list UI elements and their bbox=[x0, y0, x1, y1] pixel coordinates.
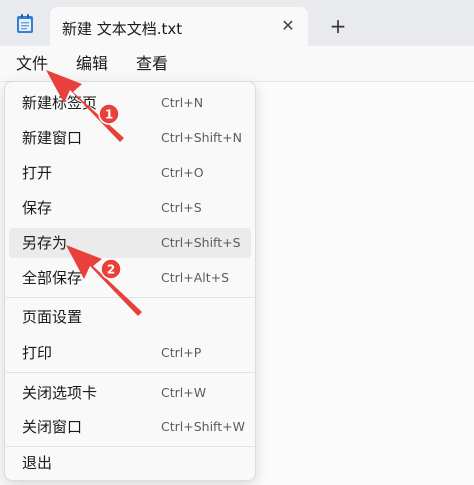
menu-item-close-window[interactable]: 关闭窗口 Ctrl+Shift+W bbox=[9, 412, 251, 442]
menu-item-label: 打印 bbox=[22, 344, 53, 362]
plus-icon[interactable]: + bbox=[326, 14, 350, 38]
menu-item-print[interactable]: 打印 Ctrl+P bbox=[9, 338, 251, 368]
menu-item-shortcut: Ctrl+N bbox=[161, 95, 204, 110]
menu-item-close-tab[interactable]: 关闭选项卡 Ctrl+W bbox=[9, 378, 251, 408]
menu-item-label: 新建标签页 bbox=[22, 94, 98, 112]
menu-item-new-tab[interactable]: 新建标签页 Ctrl+N bbox=[9, 88, 251, 118]
menu-item-shortcut: Ctrl+W bbox=[161, 385, 207, 400]
menu-view[interactable]: 查看 bbox=[134, 52, 170, 76]
menu-item-label: 另存为 bbox=[22, 234, 68, 252]
menu-item-shortcut: Ctrl+Shift+S bbox=[161, 235, 241, 250]
menu-file[interactable]: 文件 bbox=[14, 52, 50, 76]
menu-item-label: 保存 bbox=[22, 199, 53, 217]
menu-separator bbox=[6, 372, 256, 373]
menu-item-label: 新建窗口 bbox=[22, 129, 83, 147]
menu-separator bbox=[6, 297, 256, 298]
document-tab[interactable]: 新建 文本文档.txt ✕ bbox=[50, 7, 308, 46]
menu-item-page-setup[interactable]: 页面设置 bbox=[9, 302, 251, 332]
menu-item-exit[interactable]: 退出 bbox=[9, 448, 251, 478]
file-menu-dropdown: 新建标签页 Ctrl+N 新建窗口 Ctrl+Shift+N 打开 Ctrl+O… bbox=[4, 81, 256, 481]
menu-item-shortcut: Ctrl+Alt+S bbox=[161, 270, 230, 285]
menu-item-save-all[interactable]: 全部保存 Ctrl+Alt+S bbox=[9, 263, 251, 293]
menu-item-label: 页面设置 bbox=[22, 308, 83, 326]
menu-item-label: 关闭选项卡 bbox=[22, 384, 98, 402]
close-icon[interactable]: ✕ bbox=[278, 16, 298, 36]
menu-item-save-as[interactable]: 另存为 Ctrl+Shift+S bbox=[9, 228, 251, 258]
tab-title: 新建 文本文档.txt bbox=[62, 20, 183, 38]
menu-bar: 文件 编辑 查看 bbox=[0, 46, 474, 82]
menu-item-label: 关闭窗口 bbox=[22, 418, 83, 436]
menu-item-shortcut: Ctrl+S bbox=[161, 200, 202, 215]
menu-item-new-window[interactable]: 新建窗口 Ctrl+Shift+N bbox=[9, 123, 251, 153]
menu-item-shortcut: Ctrl+O bbox=[161, 165, 204, 180]
menu-item-shortcut: Ctrl+Shift+N bbox=[161, 130, 242, 145]
menu-item-save[interactable]: 保存 Ctrl+S bbox=[9, 193, 251, 223]
notepad-icon bbox=[17, 14, 33, 33]
menu-item-open[interactable]: 打开 Ctrl+O bbox=[9, 158, 251, 188]
menu-separator bbox=[6, 446, 256, 447]
menu-item-label: 退出 bbox=[22, 454, 53, 472]
title-bar: 新建 文本文档.txt ✕ + bbox=[0, 0, 474, 46]
menu-edit[interactable]: 编辑 bbox=[74, 52, 110, 76]
menu-item-label: 全部保存 bbox=[22, 269, 83, 287]
menu-item-label: 打开 bbox=[22, 164, 53, 182]
menu-item-shortcut: Ctrl+P bbox=[161, 345, 202, 360]
menu-item-shortcut: Ctrl+Shift+W bbox=[161, 419, 245, 434]
